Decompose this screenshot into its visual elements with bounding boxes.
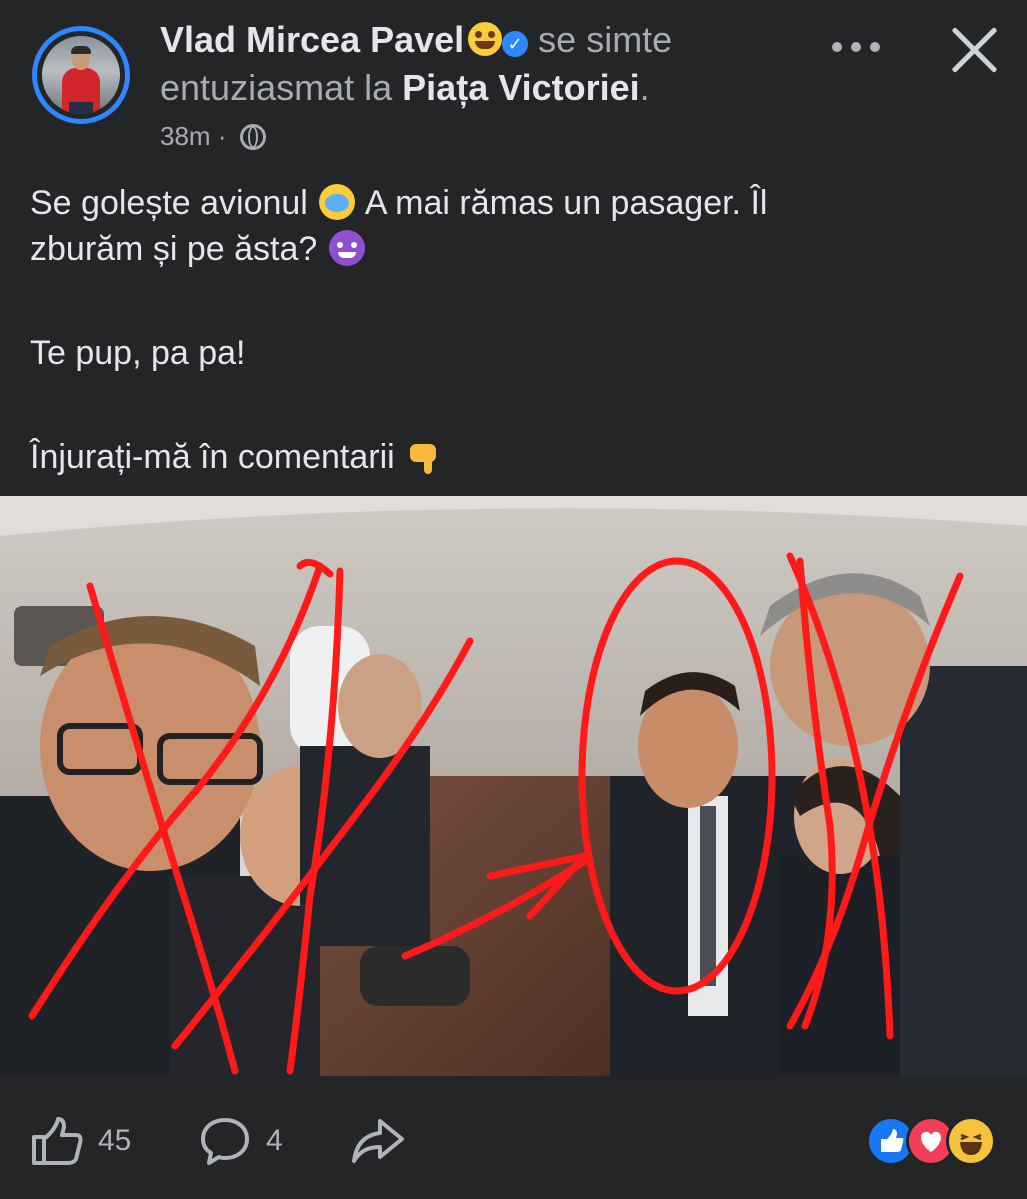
author-name[interactable]: Vlad Mircea Pavel xyxy=(160,19,464,60)
smiling-devil-emoji-icon xyxy=(328,230,365,266)
post-line-2: zburăm și pe ăsta? xyxy=(30,226,990,272)
like-count: 45 xyxy=(98,1124,132,1157)
post-text: Se golește avionul A mai rămas un pasage… xyxy=(30,180,990,480)
profile-avatar[interactable] xyxy=(32,26,130,124)
star-struck-emoji-icon xyxy=(468,22,503,56)
more-dot-icon xyxy=(832,42,842,52)
location-link[interactable]: Piața Victoriei xyxy=(402,67,639,108)
verified-badge-icon: ✓ xyxy=(502,31,529,57)
author-line: Vlad Mircea Pavel ✓ se simte xyxy=(160,18,672,62)
haha-reaction-icon xyxy=(946,1116,996,1166)
post-line-1: Se golește avionul A mai rămas un pasage… xyxy=(30,180,990,226)
post-line-1b: A mai rămas un pasager. Îl xyxy=(364,184,768,222)
meta-separator: · xyxy=(217,121,227,151)
share-arrow-icon xyxy=(352,1119,404,1163)
action-bar: 45 4 xyxy=(0,1100,1027,1180)
crying-face-emoji-icon xyxy=(319,184,356,220)
reactions-summary[interactable] xyxy=(866,1116,996,1166)
close-button[interactable] xyxy=(946,22,1002,78)
feeling-location-line: entuziasmat la Piața Victoriei. xyxy=(160,66,650,110)
location-suffix: . xyxy=(639,67,650,108)
thumbs-up-icon xyxy=(32,1117,83,1165)
feeling-text: entuziasmat xyxy=(160,67,355,108)
like-button[interactable]: 45 xyxy=(30,1116,131,1166)
post-line-1a: Se golește avionul xyxy=(30,184,308,222)
more-dot-icon xyxy=(870,42,880,52)
comment-bubble-icon xyxy=(201,1118,249,1165)
comment-count: 4 xyxy=(266,1124,283,1157)
post-meta: 38m · xyxy=(160,118,266,154)
post-photo[interactable] xyxy=(0,496,1027,1076)
pointing-down-emoji-icon xyxy=(406,438,442,474)
comment-button[interactable]: 4 xyxy=(198,1116,283,1166)
avatar-photo xyxy=(42,36,120,114)
feeling-prefix: se simte xyxy=(538,19,673,60)
post-header: Vlad Mircea Pavel ✓ se simte entuziasmat l… xyxy=(0,0,1027,160)
post-line-4: Înjurați-mă în comentarii xyxy=(30,434,990,480)
more-options-button[interactable] xyxy=(826,30,886,64)
globe-icon xyxy=(239,124,266,150)
post-line-3: Te pup, pa pa! xyxy=(30,334,246,372)
post-line-4-text: Înjurați-mă în comentarii xyxy=(30,438,395,476)
airplane-cabin-photo xyxy=(0,496,1027,1076)
more-dot-icon xyxy=(851,42,861,52)
share-button[interactable] xyxy=(350,1116,406,1166)
location-prefix: la xyxy=(364,67,393,108)
post-time[interactable]: 38m xyxy=(160,121,211,151)
post-line-2-text: zburăm și pe ăsta? xyxy=(30,230,318,268)
